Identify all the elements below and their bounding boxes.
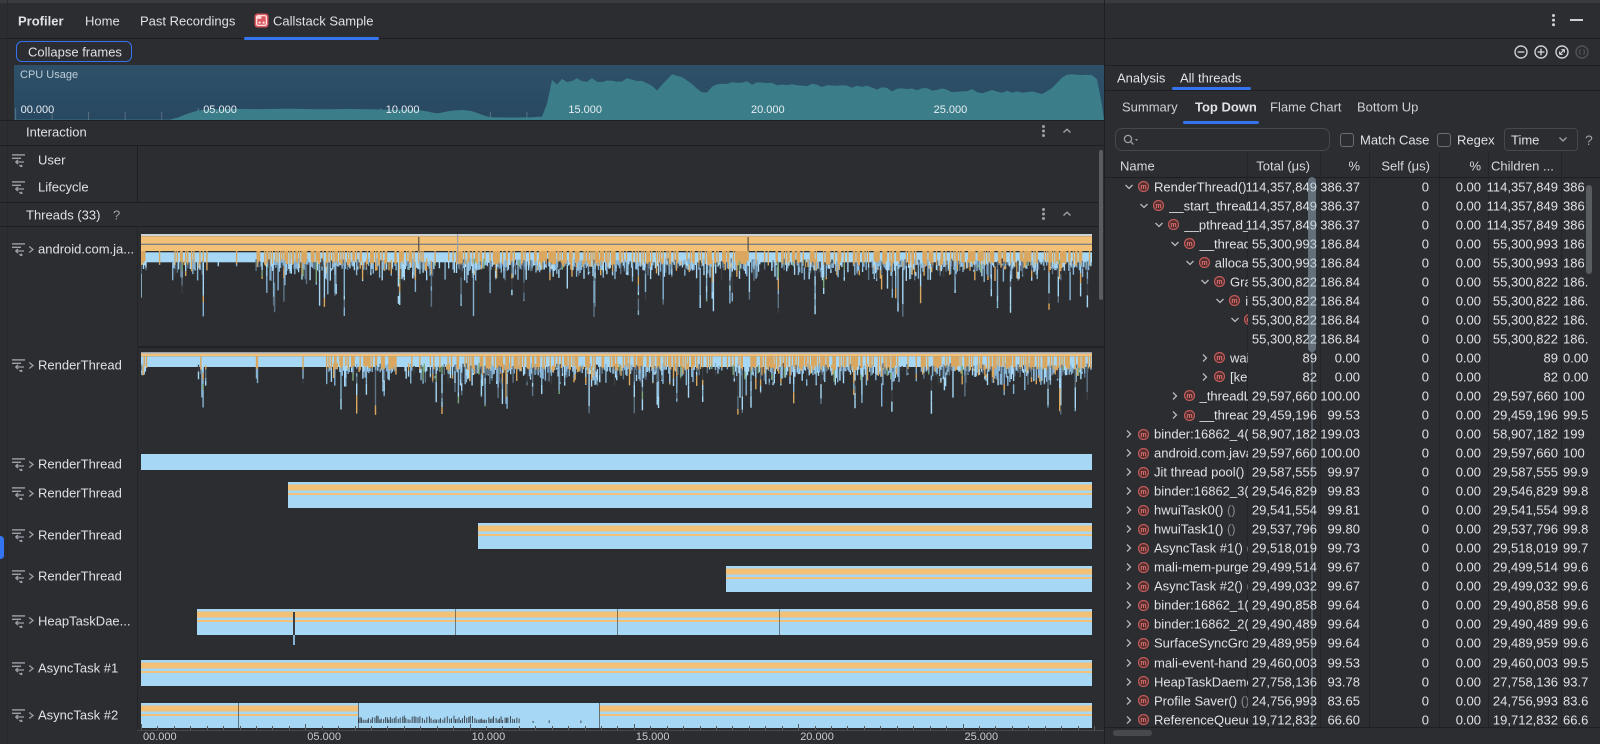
svg-text:m: m — [1140, 641, 1146, 648]
svg-text:m: m — [1232, 298, 1238, 305]
svg-text:m: m — [1171, 222, 1177, 229]
svg-text:m: m — [1247, 317, 1248, 324]
svg-text:m: m — [1216, 355, 1222, 362]
svg-text:m: m — [1140, 546, 1146, 553]
svg-text:m: m — [1216, 374, 1222, 381]
svg-text:m: m — [1140, 489, 1146, 496]
svg-text:m: m — [1156, 203, 1162, 210]
svg-text:m: m — [1140, 660, 1146, 667]
svg-text:m: m — [1201, 260, 1207, 267]
svg-text:m: m — [1186, 413, 1192, 420]
svg-text:m: m — [1216, 279, 1222, 286]
svg-text:m: m — [1140, 432, 1146, 439]
svg-text:m: m — [1140, 565, 1146, 572]
svg-text:m: m — [1140, 451, 1146, 458]
svg-text:m: m — [1186, 241, 1192, 248]
svg-text:m: m — [1140, 584, 1146, 591]
svg-text:m: m — [1140, 698, 1146, 705]
svg-text:m: m — [1186, 393, 1192, 400]
svg-text:m: m — [1140, 508, 1146, 515]
svg-text:m: m — [1140, 470, 1146, 477]
svg-text:m: m — [1140, 717, 1146, 724]
svg-text:m: m — [1140, 603, 1146, 610]
svg-text:m: m — [1140, 679, 1146, 686]
svg-text:m: m — [1140, 622, 1146, 629]
svg-text:m: m — [1140, 184, 1146, 191]
svg-text:m: m — [1140, 527, 1146, 534]
